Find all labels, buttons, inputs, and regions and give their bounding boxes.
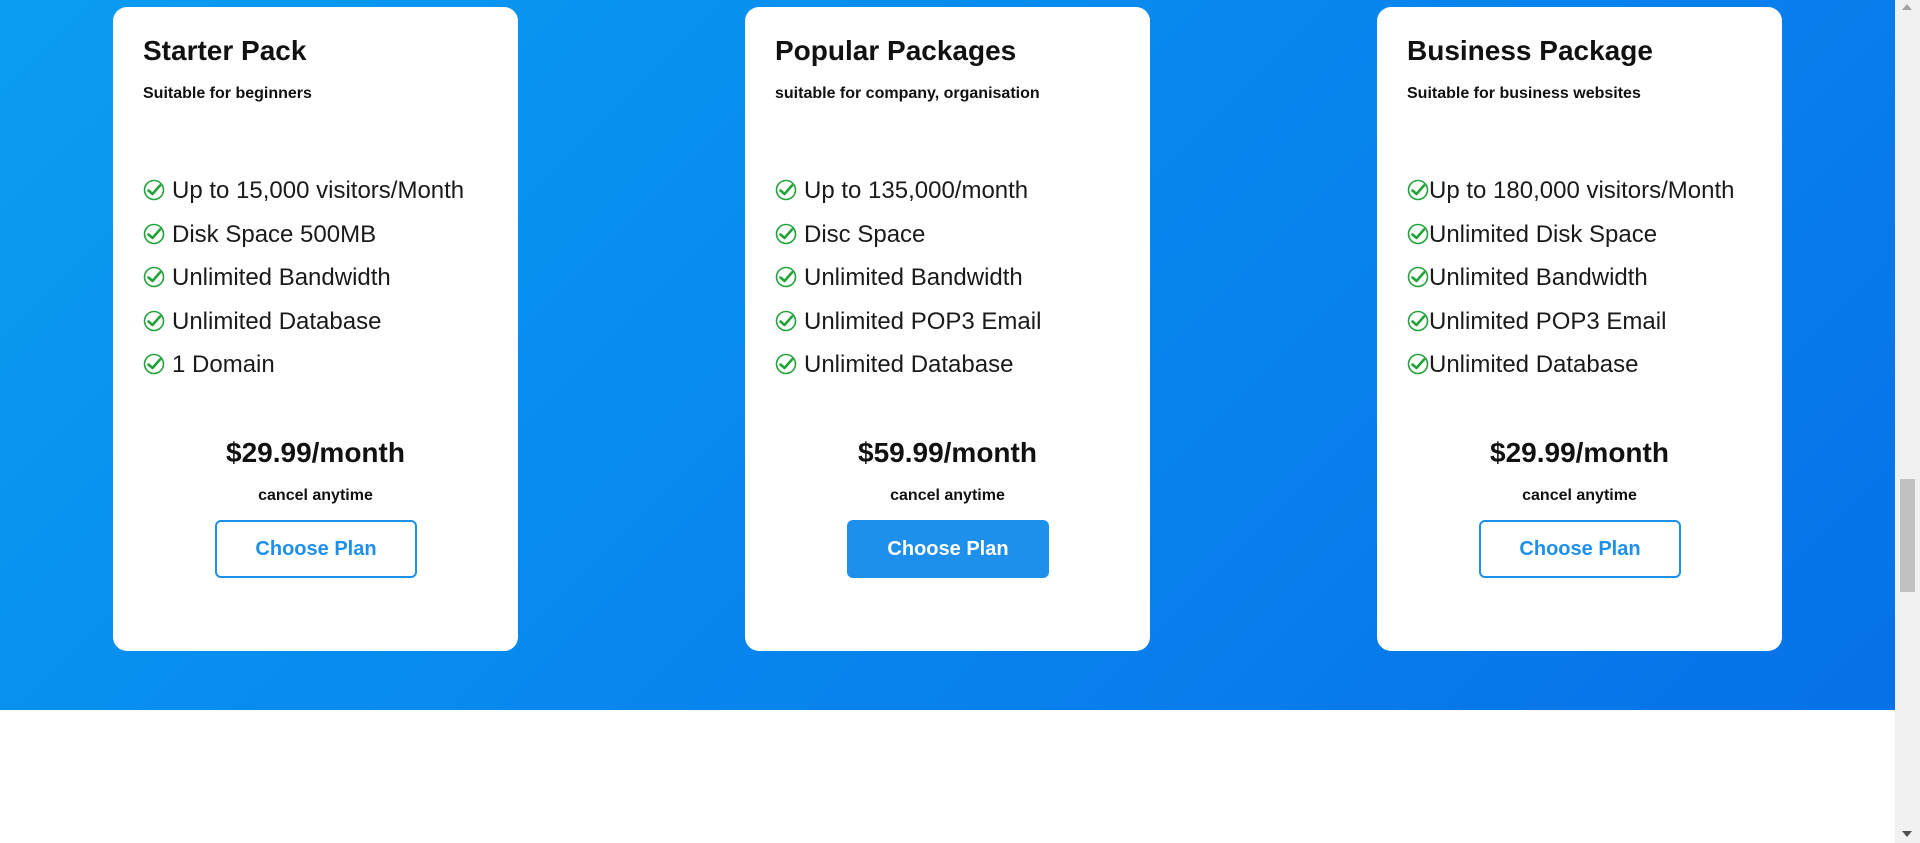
choose-plan-button[interactable]: Choose Plan xyxy=(215,520,417,578)
plan-title: Business Package xyxy=(1407,35,1653,66)
check-circle-icon xyxy=(143,223,165,244)
plan-title: Starter Pack xyxy=(143,35,307,66)
feature-list: Up to 135,000/month Disc Space Unlimited… xyxy=(775,177,1041,395)
feature-label: Disc Space xyxy=(804,220,926,248)
pricing-section: Starter Pack Suitable for beginners Up t… xyxy=(0,0,1895,710)
feature-label: Unlimited Bandwidth xyxy=(804,264,1023,291)
plan-title: Popular Packages xyxy=(775,35,1017,66)
choose-plan-button[interactable]: Choose Plan xyxy=(1479,520,1681,578)
plan-card-popular: Popular Packages suitable for company, o… xyxy=(745,7,1150,651)
feature-label: Up to 180,000 visitors/Month xyxy=(1429,177,1735,204)
check-circle-icon xyxy=(775,223,797,244)
check-circle-icon xyxy=(143,353,165,375)
plan-subtitle: suitable for company, organisation xyxy=(775,85,1040,102)
feature-list: Up to 180,000 visitors/Month Unlimited D… xyxy=(1407,177,1735,395)
check-circle-icon xyxy=(1407,310,1429,331)
scroll-up-arrow-icon[interactable] xyxy=(1902,4,1912,10)
feature-item: Unlimited Database xyxy=(1407,351,1735,395)
feature-item: Unlimited Bandwidth xyxy=(775,264,1041,308)
feature-label: Unlimited POP3 Email xyxy=(804,307,1042,335)
plan-card-business: Business Package Suitable for business w… xyxy=(1377,7,1782,651)
feature-label: Unlimited Disk Space xyxy=(1429,220,1658,248)
feature-label: Unlimited Database xyxy=(804,351,1014,378)
feature-item: Unlimited Bandwidth xyxy=(1407,264,1735,308)
check-circle-icon xyxy=(1407,266,1429,288)
plan-card-starter: Starter Pack Suitable for beginners Up t… xyxy=(113,7,518,651)
feature-label: 1 Domain xyxy=(172,351,275,378)
choose-plan-button[interactable]: Choose Plan xyxy=(847,520,1049,578)
check-circle-icon xyxy=(775,353,797,375)
feature-item: Up to 180,000 visitors/Month xyxy=(1407,177,1735,221)
cancel-note: cancel anytime xyxy=(890,487,1005,504)
check-circle-icon xyxy=(775,266,797,288)
feature-label: Unlimited Database xyxy=(172,307,382,335)
check-circle-icon xyxy=(143,179,165,201)
feature-item: Unlimited POP3 Email xyxy=(1407,308,1735,352)
feature-item: 1 Domain xyxy=(143,351,464,395)
check-circle-icon xyxy=(775,310,797,331)
feature-item: Disc Space xyxy=(775,221,1041,265)
check-circle-icon xyxy=(1407,223,1429,244)
feature-label: Unlimited Bandwidth xyxy=(1429,264,1648,291)
feature-item: Unlimited Bandwidth xyxy=(143,264,464,308)
feature-item: Disk Space 500MB xyxy=(143,221,464,265)
check-circle-icon xyxy=(775,179,797,201)
check-circle-icon xyxy=(1407,353,1429,375)
plan-price: $59.99/month xyxy=(858,437,1037,468)
scroll-down-arrow-icon[interactable] xyxy=(1902,831,1912,837)
feature-item: Unlimited POP3 Email xyxy=(775,308,1041,352)
feature-label: Disk Space 500MB xyxy=(172,220,377,248)
plan-price: $29.99/month xyxy=(1490,437,1669,468)
feature-item: Unlimited Disk Space xyxy=(1407,221,1735,265)
feature-label: Unlimited Bandwidth xyxy=(172,264,391,291)
plan-subtitle: Suitable for business websites xyxy=(1407,85,1641,102)
feature-label: Up to 135,000/month xyxy=(804,177,1029,204)
feature-list: Up to 15,000 visitors/Month Disk Space 5… xyxy=(143,177,464,395)
check-circle-icon xyxy=(1407,179,1429,201)
cancel-note: cancel anytime xyxy=(258,487,373,504)
feature-item: Unlimited Database xyxy=(143,308,464,352)
feature-item: Up to 15,000 visitors/Month xyxy=(143,177,464,221)
plan-subtitle: Suitable for beginners xyxy=(143,85,312,102)
feature-label: Unlimited POP3 Email xyxy=(1429,307,1667,335)
page: Starter Pack Suitable for beginners Up t… xyxy=(0,0,1920,843)
feature-item: Up to 135,000/month xyxy=(775,177,1041,221)
feature-label: Up to 15,000 visitors/Month xyxy=(172,177,465,204)
check-circle-icon xyxy=(143,310,165,331)
plan-price: $29.99/month xyxy=(226,437,405,468)
scroll-thumb[interactable] xyxy=(1900,479,1915,592)
check-circle-icon xyxy=(143,266,165,288)
feature-label: Unlimited Database xyxy=(1429,351,1639,378)
feature-item: Unlimited Database xyxy=(775,351,1041,395)
vertical-scrollbar[interactable] xyxy=(1895,0,1920,843)
cancel-note: cancel anytime xyxy=(1522,487,1637,504)
